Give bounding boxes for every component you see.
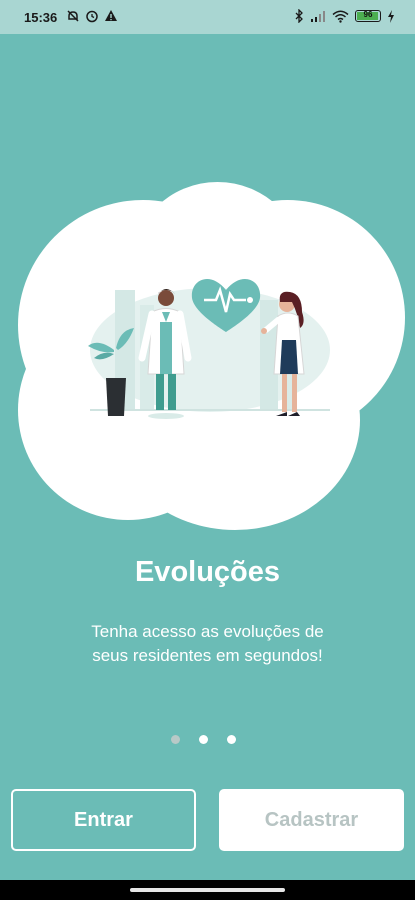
status-left-icons: [66, 9, 118, 23]
alarm-off-icon: [67, 10, 79, 22]
home-gesture-handle[interactable]: [130, 888, 285, 892]
alarm-icon: [86, 10, 98, 23]
page-dot-active[interactable]: [171, 735, 180, 744]
description-line: seus residentes em segundos!: [92, 646, 323, 665]
battery-level: 96: [363, 10, 373, 19]
doctors-illustration: [88, 278, 330, 419]
navigation-bar: [0, 880, 415, 900]
page-dot[interactable]: [199, 735, 208, 744]
login-button[interactable]: Entrar: [11, 789, 196, 851]
register-button[interactable]: Cadastrar: [219, 789, 404, 851]
page-dot[interactable]: [227, 735, 236, 744]
status-right-icons: 96: [294, 9, 395, 23]
page-indicator: [171, 735, 236, 744]
page-title: Evoluções: [134, 556, 281, 588]
bluetooth-icon: [295, 9, 303, 23]
charging-icon: [388, 9, 394, 23]
status-time: 15:36: [24, 10, 58, 25]
warning-icon: [105, 10, 117, 21]
description-line: Tenha acesso as evoluções de: [91, 622, 324, 641]
signal-icon: [311, 10, 325, 22]
status-bar: 15:36 96: [0, 0, 415, 34]
battery-icon: 96: [355, 10, 381, 22]
wifi-icon: [332, 10, 349, 23]
page-description: Tenha acesso as evoluções de seus reside…: [0, 620, 415, 668]
